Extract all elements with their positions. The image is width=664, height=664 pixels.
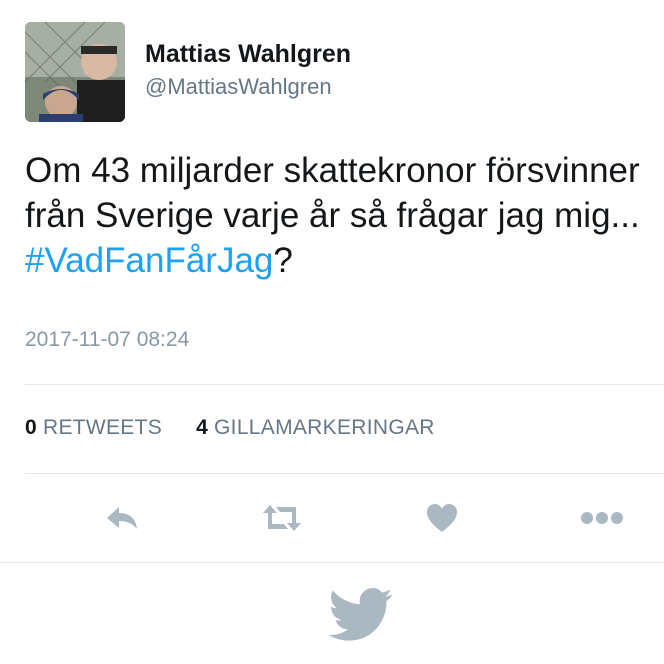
user-display-name[interactable]: Mattias Wahlgren bbox=[145, 38, 351, 70]
tweet-actions bbox=[0, 496, 664, 540]
footer-divider bbox=[0, 562, 664, 563]
tweet-card: Mattias Wahlgren @MattiasWahlgren Om 43 … bbox=[0, 0, 664, 664]
retweets-label: RETWEETS bbox=[42, 416, 163, 439]
tweet-text-end: ? bbox=[273, 241, 293, 280]
likes-stat[interactable]: 4 GILLAMARKERINGAR bbox=[196, 416, 435, 440]
likes-label: GILLAMARKERINGAR bbox=[214, 416, 435, 439]
reply-icon bbox=[107, 507, 137, 529]
tweet-text: Om 43 miljarder skattekronor försvinner … bbox=[25, 148, 650, 283]
twitter-bird-icon[interactable] bbox=[328, 588, 394, 642]
likes-count: 4 bbox=[196, 416, 209, 439]
more-button[interactable] bbox=[580, 496, 624, 540]
divider bbox=[25, 384, 664, 385]
heart-icon bbox=[427, 504, 457, 532]
user-handle[interactable]: @MattiasWahlgren bbox=[145, 72, 351, 102]
hashtag-link[interactable]: #VadFanFårJag bbox=[25, 241, 273, 280]
retweets-count: 0 bbox=[25, 416, 37, 439]
tweet-stats: 0 RETWEETS 4 GILLAMARKERINGAR bbox=[25, 416, 435, 440]
tweet-timestamp[interactable]: 2017-11-07 08:24 bbox=[25, 328, 189, 352]
user-names: Mattias Wahlgren @MattiasWahlgren bbox=[145, 38, 351, 102]
divider bbox=[25, 473, 664, 474]
like-button[interactable] bbox=[420, 496, 464, 540]
tweet-header: Mattias Wahlgren @MattiasWahlgren bbox=[25, 22, 351, 122]
more-icon bbox=[581, 512, 623, 524]
reply-button[interactable] bbox=[100, 496, 144, 540]
retweet-icon bbox=[263, 505, 301, 531]
retweet-button[interactable] bbox=[260, 496, 304, 540]
tweet-text-body: Om 43 miljarder skattekronor försvinner … bbox=[25, 151, 640, 235]
retweets-stat[interactable]: 0 RETWEETS bbox=[25, 416, 162, 440]
avatar[interactable] bbox=[25, 22, 125, 122]
